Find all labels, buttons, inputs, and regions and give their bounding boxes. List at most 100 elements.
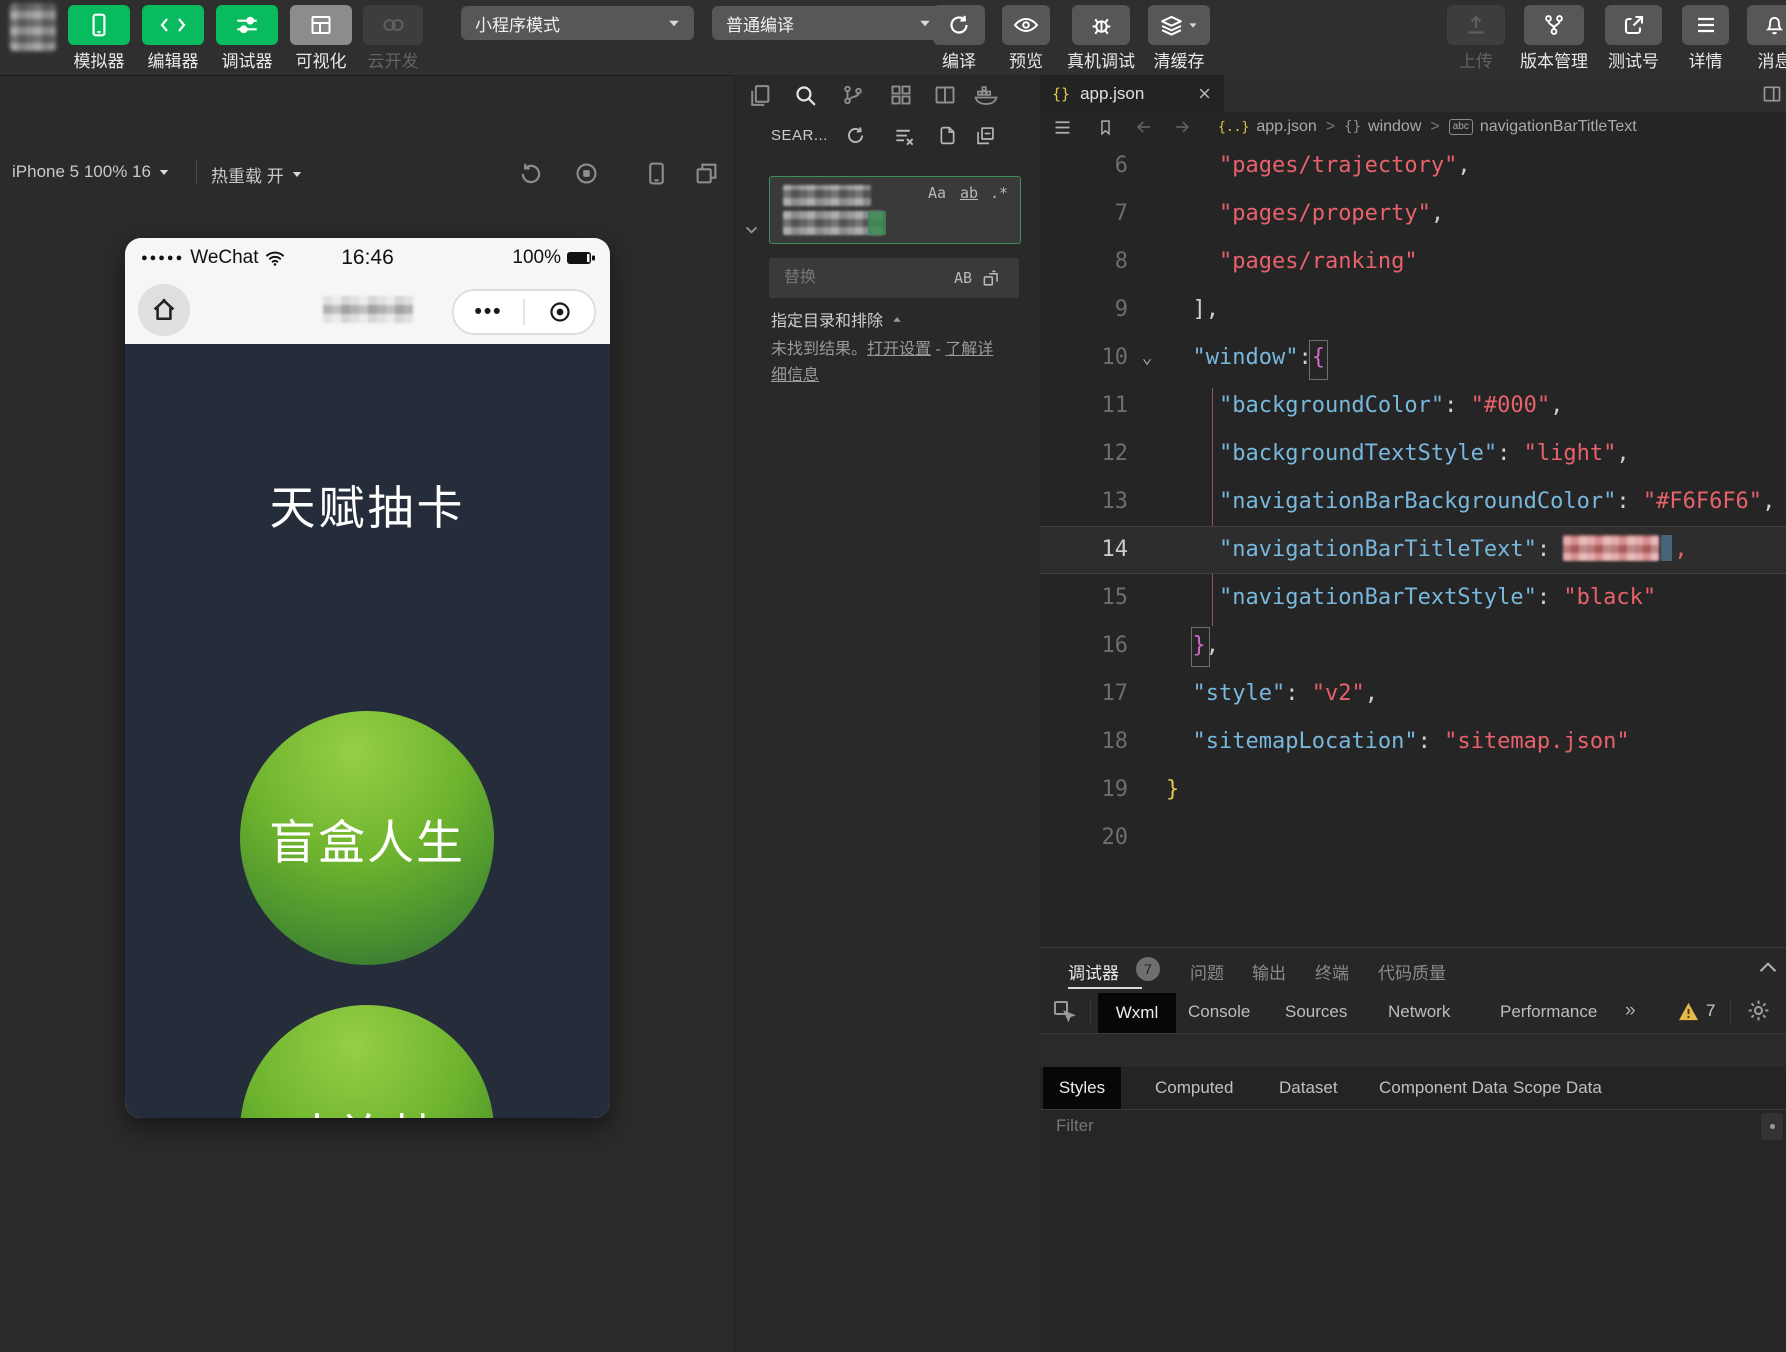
code-line-17[interactable]: 17 "style": "v2", [1040,670,1786,718]
warning-icon [1678,1002,1699,1021]
code-line-18[interactable]: 18 "sitemapLocation": "sitemap.json" [1040,718,1786,766]
inspector-tab-dataset[interactable]: Dataset [1279,1078,1338,1098]
code-line-11[interactable]: 11 "backgroundColor": "#000", [1040,382,1786,430]
panel-tab-debugger[interactable]: 调试器 [1068,959,1119,984]
more-button[interactable]: ••• [454,300,523,324]
code-line-12[interactable]: 12 "backgroundTextStyle": "light", [1040,430,1786,478]
panel-tab-1[interactable]: 问题 [1190,959,1224,984]
devtools-tab-sources[interactable]: Sources [1285,1002,1347,1022]
include-exclude-label: 指定目录和排除 [771,307,883,331]
extensions-icon[interactable] [889,83,913,107]
visualize-mode-button[interactable] [290,5,352,45]
replace-all-icon[interactable] [982,269,1001,288]
code-line-13[interactable]: 13 "navigationBarBackgroundColor": "#F6F… [1040,478,1786,526]
panel-tab-3[interactable]: 终端 [1315,959,1349,984]
inspector-tab-computed[interactable]: Computed [1155,1078,1233,1098]
regex-button[interactable]: .* [990,184,1008,202]
open-settings-link[interactable]: 打开设置 [867,341,931,358]
inspector-tab-styles[interactable]: Styles [1043,1067,1121,1109]
whole-word-button[interactable]: ab [960,184,978,202]
details-button[interactable] [1682,5,1729,45]
match-case-button[interactable]: Aa [928,184,946,202]
preview-button[interactable] [1002,5,1050,45]
panel-tab-2[interactable]: 输出 [1252,959,1286,984]
cloud-dev-mode-button[interactable] [363,5,423,45]
home-button[interactable] [138,284,190,336]
hot-reload-selector[interactable]: 热重载 开 [211,162,303,187]
exit-target-button[interactable] [525,300,594,324]
code-line-9[interactable]: 9 ], [1040,286,1786,334]
code-line-7[interactable]: 7 "pages/property", [1040,190,1786,238]
replace-input[interactable]: AB [769,258,1019,298]
code-line-14[interactable]: 14 "navigationBarTitleText": , [1040,526,1786,574]
code-line-16[interactable]: 16 }, [1040,622,1786,670]
split-editor-icon[interactable] [1762,84,1782,104]
forward-arrow-icon[interactable] [1172,117,1192,137]
devtools-tab-console[interactable]: Console [1188,1002,1250,1022]
bookmark-icon[interactable] [1097,119,1114,136]
clear-cache-button[interactable] [1148,5,1210,45]
breadcrumb-file[interactable]: app.json [1256,118,1317,136]
code-line-19[interactable]: 19} [1040,766,1786,814]
phone-sm-icon[interactable] [646,161,667,186]
devtools-settings-gear-icon[interactable] [1746,998,1771,1023]
mode-dropdown[interactable]: 小程序模式 [461,6,694,40]
code-line-20[interactable]: 20 [1040,814,1786,862]
clear-results-icon[interactable] [893,125,916,148]
inspector-tab-scope-data[interactable]: Scope Data [1513,1078,1602,1098]
hover-state-toggle[interactable] [1761,1113,1783,1140]
debugger-mode-button[interactable] [216,5,278,45]
record-icon[interactable] [574,161,599,186]
styles-filter-input[interactable] [1054,1115,1658,1137]
close-icon[interactable] [1197,86,1212,101]
collapse-panel-icon[interactable] [1758,960,1778,974]
devtools-tab-performance[interactable]: Performance [1500,1002,1597,1022]
windows-icon[interactable] [694,161,719,186]
devtools-tab-wxml[interactable]: Wxml [1098,993,1176,1033]
collapse-all-icon[interactable] [975,125,996,146]
code-editor[interactable]: 6 "pages/trajectory",7 "pages/property",… [1040,142,1786,947]
ten-draw-button[interactable]: 十连抽 [240,1005,494,1118]
split-editor-icon[interactable] [933,83,957,107]
compile-button[interactable] [933,5,985,45]
expand-chevron-icon[interactable] [743,221,760,238]
breadcrumb-object[interactable]: window [1368,118,1421,136]
device-selector[interactable]: iPhone 5 100% 16 [12,162,170,182]
overflow-tabs-button[interactable]: » [1625,1000,1636,1022]
docker-icon[interactable] [973,83,999,107]
include-exclude-toggle[interactable]: 指定目录和排除 [771,307,903,331]
search-icon[interactable] [793,83,818,108]
outline-icon[interactable] [1052,117,1073,138]
source-control-icon[interactable] [841,83,865,107]
version-control-button[interactable] [1524,5,1584,45]
panel-tab-4[interactable]: 代码质量 [1378,959,1446,984]
replace-field[interactable] [782,268,926,288]
remote-debug-button[interactable] [1072,5,1130,45]
warning-counter[interactable]: 7 [1678,1001,1715,1021]
inspect-element-icon[interactable] [1052,999,1076,1023]
search-input[interactable]: Aa ab .* [769,176,1021,244]
tab-app-json[interactable]: {} app.json [1040,75,1224,112]
code-line-8[interactable]: 8 "pages/ranking" [1040,238,1786,286]
messages-button[interactable] [1747,5,1786,45]
code-line-6[interactable]: 6 "pages/trajectory", [1040,142,1786,190]
compile-dropdown[interactable]: 普通编译 [712,6,945,40]
avatar[interactable] [10,3,56,51]
files-icon[interactable] [747,83,772,108]
inspector-tab-component-data[interactable]: Component Data [1379,1078,1508,1098]
new-search-editor-icon[interactable] [937,125,958,146]
devtools-tab-network[interactable]: Network [1388,1002,1450,1022]
editor-mode-button[interactable] [142,5,204,45]
refresh-small-icon[interactable] [845,125,866,146]
blindbox-life-button[interactable]: 盲盒人生 [240,711,494,965]
back-arrow-icon[interactable] [1134,117,1154,137]
breadcrumb-property[interactable]: navigationBarTitleText [1480,118,1637,136]
simulator-mode-button[interactable] [68,5,130,45]
rotate-icon[interactable] [518,161,544,187]
menu-icon [1694,14,1718,36]
fold-chevron-icon[interactable]: ⌄ [1132,334,1162,382]
test-account-button[interactable] [1605,5,1662,45]
replace-ab-button[interactable]: AB [954,269,972,287]
code-line-10[interactable]: 10⌄ "window":{ [1040,334,1786,382]
code-line-15[interactable]: 15 "navigationBarTextStyle": "black" [1040,574,1786,622]
